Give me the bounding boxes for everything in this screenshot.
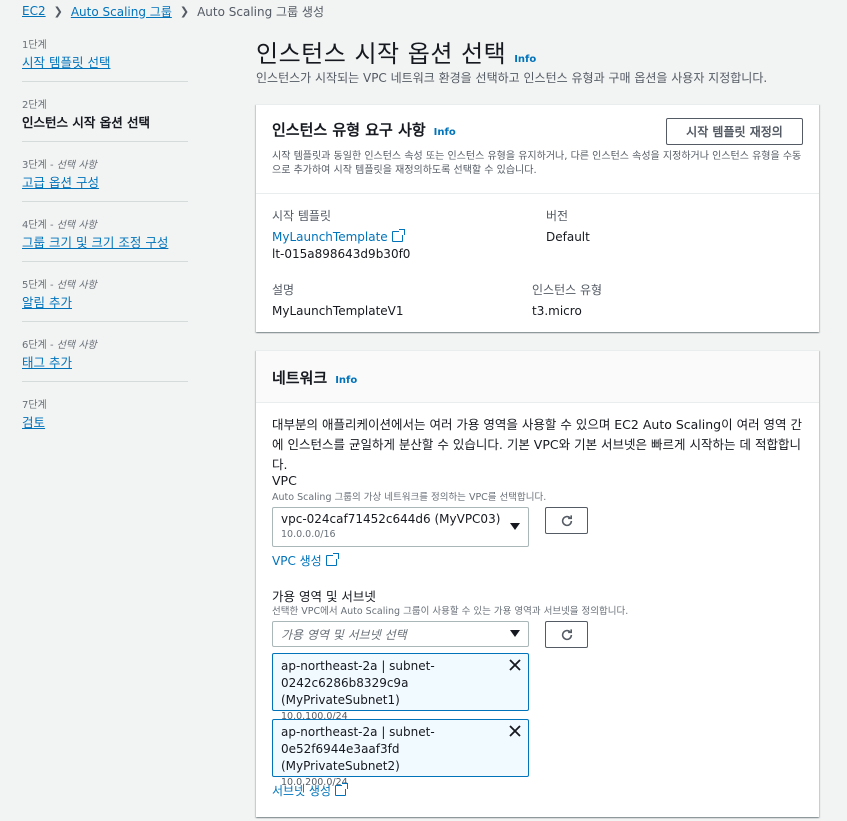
close-icon[interactable]	[508, 658, 522, 672]
step-current-launch-options: 인스턴스 시작 옵션 선택	[22, 115, 151, 130]
subnet-token: ap-northeast-2a | subnet-0242c6286b8329c…	[272, 653, 529, 722]
refresh-icon	[561, 628, 572, 640]
az-subnet-select[interactable]: 가용 영역 및 서브넷 선택	[272, 621, 529, 647]
panel-header: 네트워크 Info	[256, 351, 819, 403]
description-field: 설명 MyLaunchTemplateV1	[272, 281, 404, 321]
panel-title: 인스턴스 유형 요구 사항	[272, 121, 426, 139]
external-link-icon	[335, 783, 349, 796]
panel-description: 시작 템플릿과 동일한 인스턴스 속성 또는 인스턴스 유형을 유지하거나, 다…	[272, 151, 802, 176]
page-description: 인스턴스가 시작되는 VPC 네트워크 환경을 선택하고 인스턴스 유형과 구매…	[256, 71, 768, 85]
network-description: 대부분의 애플리케이션에서는 여러 가용 영역을 사용할 수 있으며 EC2 A…	[272, 417, 803, 472]
instance-type-requirements-panel: 인스턴스 유형 요구 사항 Info 시작 템플릿과 동일한 인스턴스 속성 또…	[256, 104, 819, 332]
step-number: 6단계 -	[22, 340, 57, 351]
wizard-step-3: 3단계 - 선택 사항 고급 옵션 구성	[22, 156, 188, 202]
create-vpc-label: VPC 생성	[272, 554, 322, 568]
step-link-tags[interactable]: 태그 추가	[22, 352, 188, 370]
external-link-icon	[325, 553, 339, 566]
subnet-token-label: ap-northeast-2a | subnet-0242c6286b8329c…	[281, 659, 435, 707]
step-number: 4단계 -	[22, 220, 57, 231]
caret-down-icon	[510, 630, 520, 637]
close-icon[interactable]	[508, 724, 522, 738]
step-optional: 선택 사항	[56, 280, 97, 291]
version-value: Default	[546, 230, 590, 244]
step-link-review[interactable]: 검토	[22, 412, 188, 430]
instance-type-field: 인스턴스 유형 t3.micro	[532, 281, 602, 321]
wizard-step-4: 4단계 - 선택 사항 그룹 크기 및 크기 조정 구성	[22, 216, 188, 262]
launch-template-link[interactable]: MyLaunchTemplate	[272, 230, 388, 244]
step-link-advanced-options[interactable]: 고급 옵션 구성	[22, 172, 188, 190]
refresh-icon	[561, 514, 572, 526]
field-label: 시작 템플릿	[272, 209, 332, 223]
page-info-link[interactable]: Info	[514, 54, 536, 65]
subnet-token-label: ap-northeast-2a | subnet-0e52f6944e3aaf3…	[281, 725, 435, 773]
version-field: 버전 Default	[546, 207, 590, 247]
step-number: 5단계 -	[22, 280, 57, 291]
breadcrumb-ec2[interactable]: EC2	[22, 4, 46, 18]
step-optional: 선택 사항	[56, 340, 97, 351]
breadcrumb: EC2 ❯ Auto Scaling 그룹 ❯ Auto Scaling 그룹 …	[22, 2, 324, 20]
wizard-step-1: 1단계 시작 템플릿 선택	[22, 36, 188, 82]
vpc-cidr: 10.0.0.0/16	[281, 529, 336, 540]
create-vpc-link[interactable]: VPC 생성	[272, 552, 339, 569]
requirements-info-link[interactable]: Info	[434, 127, 456, 138]
page-title: 인스턴스 시작 옵션 선택	[256, 40, 507, 68]
override-launch-template-button[interactable]: 시작 템플릿 재정의	[666, 118, 803, 145]
step-link-group-size[interactable]: 그룹 크기 및 크기 조정 구성	[22, 232, 188, 250]
chevron-right-icon: ❯	[179, 4, 190, 18]
page-header: 인스턴스 시작 옵션 선택 Info	[256, 34, 536, 69]
external-link-icon	[391, 229, 405, 242]
step-number: 7단계	[22, 400, 47, 411]
caret-down-icon	[510, 523, 520, 530]
field-label: 버전	[546, 209, 569, 223]
breadcrumb-current: Auto Scaling 그룹 생성	[197, 4, 325, 19]
wizard-step-7: 7단계 검토	[22, 396, 188, 441]
vpc-selected-value: vpc-024caf71452c644d6 (MyVPC03)	[281, 512, 501, 526]
network-info-link[interactable]: Info	[335, 375, 357, 386]
step-number: 3단계 -	[22, 160, 57, 171]
breadcrumb-auto-scaling-groups[interactable]: Auto Scaling 그룹	[71, 3, 172, 20]
field-label: 설명	[272, 283, 295, 297]
panel-title: 네트워크	[272, 369, 328, 387]
create-subnet-label: 서브넷 생성	[272, 784, 332, 798]
chevron-right-icon: ❯	[53, 4, 63, 18]
step-number: 2단계	[22, 100, 47, 111]
create-subnet-link[interactable]: 서브넷 생성	[272, 782, 349, 799]
panel-header: 인스턴스 유형 요구 사항 Info 시작 템플릿과 동일한 인스턴스 속성 또…	[256, 105, 819, 194]
wizard-steps: 1단계 시작 템플릿 선택 2단계 인스턴스 시작 옵션 선택 3단계 - 선택…	[22, 36, 188, 455]
step-number: 1단계	[22, 40, 47, 51]
step-link-choose-template[interactable]: 시작 템플릿 선택	[22, 52, 188, 70]
subnet-token: ap-northeast-2a | subnet-0e52f6944e3aaf3…	[272, 719, 529, 788]
refresh-vpc-button[interactable]	[545, 507, 588, 534]
launch-template-id: lt-015a898643d9b30f0	[272, 247, 411, 261]
network-panel: 네트워크 Info 대부분의 애플리케이션에서는 여러 가용 영역을 사용할 수…	[256, 350, 819, 817]
instance-type-value: t3.micro	[532, 304, 582, 318]
vpc-description: Auto Scaling 그룹의 가상 네트워크를 정의하는 VPC를 선택합니…	[272, 492, 547, 503]
vpc-label: VPC	[272, 473, 297, 488]
step-optional: 선택 사항	[56, 220, 97, 231]
az-subnet-description: 선택한 VPC에서 Auto Scaling 그룹이 사용할 수 있는 가용 영…	[272, 606, 629, 617]
wizard-step-2: 2단계 인스턴스 시작 옵션 선택	[22, 96, 188, 142]
az-subnet-placeholder: 가용 영역 및 서브넷 선택	[281, 628, 407, 642]
vpc-select[interactable]: vpc-024caf71452c644d6 (MyVPC03) 10.0.0.0…	[272, 507, 529, 547]
launch-template-field: 시작 템플릿 MyLaunchTemplate lt-015a898643d9b…	[272, 207, 410, 264]
step-optional: 선택 사항	[56, 160, 97, 171]
step-link-notifications[interactable]: 알림 추가	[22, 292, 188, 310]
wizard-step-6: 6단계 - 선택 사항 태그 추가	[22, 336, 188, 382]
refresh-subnet-button[interactable]	[545, 621, 588, 648]
field-label: 인스턴스 유형	[532, 283, 603, 297]
wizard-step-5: 5단계 - 선택 사항 알림 추가	[22, 276, 188, 322]
description-value: MyLaunchTemplateV1	[272, 304, 404, 318]
